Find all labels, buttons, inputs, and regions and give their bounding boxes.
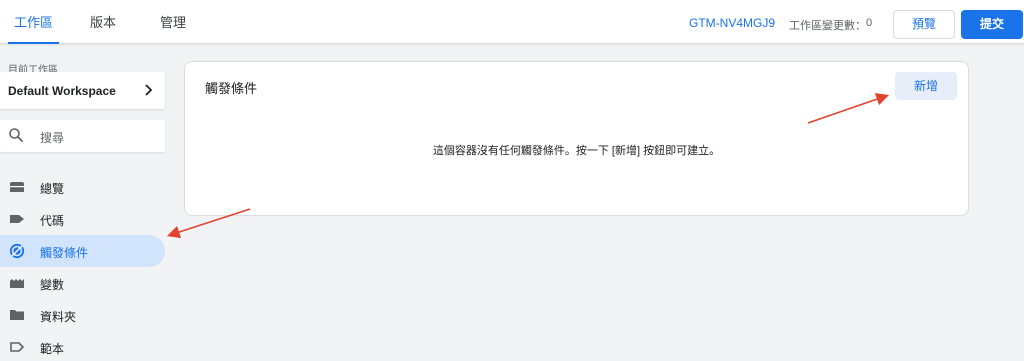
preview-button[interactable]: 預覽 bbox=[893, 10, 955, 39]
workspace-changes-label: 工作區變更數： bbox=[789, 20, 866, 32]
overview-icon bbox=[10, 182, 24, 192]
new-trigger-button[interactable]: 新增 bbox=[895, 72, 957, 100]
tab-workspace-label: 工作區 bbox=[14, 15, 54, 30]
sidebar-item-label: 總覽 bbox=[40, 182, 65, 196]
tab-versions-label: 版本 bbox=[90, 15, 117, 30]
workspace-changes-count: 0 bbox=[866, 17, 873, 29]
sidebar-item-folders[interactable]: 資料夾 bbox=[0, 299, 165, 331]
submit-button[interactable]: 提交 bbox=[961, 10, 1023, 39]
tab-workspace[interactable]: 工作區 bbox=[8, 0, 60, 44]
sidebar-item-label: 觸發條件 bbox=[40, 246, 89, 260]
trigger-icon bbox=[9, 243, 25, 259]
sidebar-item-templates[interactable]: 範本 bbox=[0, 331, 165, 361]
sidebar-item-tags[interactable]: 代碼 bbox=[0, 203, 165, 235]
sidebar-item-overview[interactable]: 總覽 bbox=[0, 171, 165, 203]
search-input[interactable]: 搜尋 bbox=[0, 120, 165, 152]
workspace-selector[interactable]: Default Workspace bbox=[0, 72, 165, 109]
empty-state-message: 這個容器沒有任何觸發條件。按一下 [新增] 按鈕即可建立。 bbox=[432, 145, 721, 157]
workspace-name: Default Workspace bbox=[8, 84, 116, 98]
top-bar: 工作區 版本 管理 GTM-NV4MGJ9 工作區變更數： 0 預覽 提交 bbox=[0, 0, 1024, 44]
search-icon bbox=[9, 128, 24, 143]
tab-versions[interactable]: 版本 bbox=[90, 0, 116, 44]
sidebar-item-label: 變數 bbox=[40, 278, 65, 292]
tab-admin[interactable]: 管理 bbox=[160, 0, 186, 44]
card-title: 觸發條件 bbox=[205, 81, 258, 96]
sidebar-item-variables[interactable]: 變數 bbox=[0, 267, 165, 299]
container-id-link[interactable]: GTM-NV4MGJ9 bbox=[689, 16, 775, 30]
search-placeholder: 搜尋 bbox=[40, 131, 65, 145]
chevron-right-icon bbox=[145, 84, 153, 96]
variables-icon bbox=[10, 279, 24, 288]
folder-icon bbox=[10, 310, 24, 320]
sidebar-item-label: 代碼 bbox=[40, 214, 65, 228]
sidebar-item-label: 範本 bbox=[40, 342, 65, 356]
template-icon bbox=[10, 342, 25, 352]
tag-icon bbox=[10, 215, 24, 223]
triggers-card: 觸發條件 新增 這個容器沒有任何觸發條件。按一下 [新增] 按鈕即可建立。 bbox=[184, 61, 969, 216]
sidebar-item-label: 資料夾 bbox=[40, 310, 77, 324]
active-tab-indicator bbox=[8, 42, 60, 44]
tab-admin-label: 管理 bbox=[160, 15, 187, 30]
sidebar-item-triggers[interactable]: 觸發條件 bbox=[0, 235, 165, 267]
